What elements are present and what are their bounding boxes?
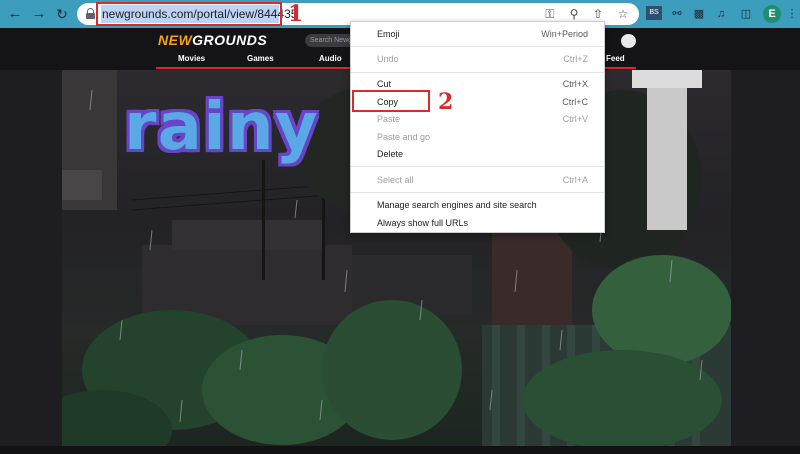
- nav-feed[interactable]: Feed: [606, 54, 625, 63]
- extension-badge-icon[interactable]: BS: [646, 6, 662, 20]
- link-extension-icon[interactable]: ⚯: [668, 5, 686, 23]
- nav-games[interactable]: Games: [247, 54, 274, 63]
- site-user-avatar[interactable]: [621, 34, 636, 48]
- annotation-number-1: 1: [288, 1, 304, 27]
- menu-item-undo[interactable]: Undo Ctrl+Z: [351, 50, 604, 68]
- reload-icon[interactable]: ↻: [52, 4, 72, 24]
- profile-avatar[interactable]: E: [763, 5, 781, 23]
- page-margin-left: [0, 70, 62, 454]
- game-title: rainy: [124, 88, 319, 165]
- annotation-box-copy: [352, 90, 430, 112]
- menu-item-paste-and-go[interactable]: Paste and go: [351, 128, 604, 146]
- annotation-number-2: 2: [438, 89, 454, 115]
- key-icon[interactable]: ⚿: [542, 6, 558, 22]
- lock-icon[interactable]: [86, 8, 95, 19]
- menu-separator: [351, 192, 604, 193]
- share-icon[interactable]: ⇧: [590, 6, 606, 22]
- puzzle-extensions-icon[interactable]: ▩: [690, 5, 708, 23]
- forward-arrow-icon[interactable]: →: [29, 4, 49, 24]
- annotation-box-url: [96, 2, 282, 26]
- menu-item-always-show-full-urls[interactable]: Always show full URLs: [351, 214, 604, 232]
- menu-item-manage-search-engines[interactable]: Manage search engines and site search: [351, 196, 604, 214]
- zoom-icon[interactable]: ⚲: [566, 6, 582, 22]
- menu-item-emoji[interactable]: Emoji Win+Period: [351, 25, 604, 43]
- nav-audio[interactable]: Audio: [319, 54, 342, 63]
- context-menu: Emoji Win+Period Undo Ctrl+Z Cut Ctrl+X …: [350, 21, 605, 233]
- menu-separator: [351, 46, 604, 47]
- bookmark-star-icon[interactable]: ☆: [615, 6, 631, 22]
- menu-item-select-all[interactable]: Select all Ctrl+A: [351, 171, 604, 189]
- page-bottom-bar: [0, 446, 800, 454]
- media-control-icon[interactable]: ♫: [712, 5, 730, 23]
- back-arrow-icon[interactable]: ←: [5, 4, 25, 24]
- site-logo[interactable]: NEWGROUNDS: [158, 32, 267, 48]
- menu-separator: [351, 166, 604, 167]
- nav-movies[interactable]: Movies: [178, 54, 205, 63]
- page-margin-right: [731, 70, 800, 454]
- side-panel-icon[interactable]: ◫: [737, 5, 755, 23]
- menu-kebab-icon[interactable]: ⋮: [783, 5, 800, 23]
- menu-item-delete[interactable]: Delete: [351, 145, 604, 163]
- menu-separator: [351, 72, 604, 73]
- menu-item-paste[interactable]: Paste Ctrl+V: [351, 110, 604, 128]
